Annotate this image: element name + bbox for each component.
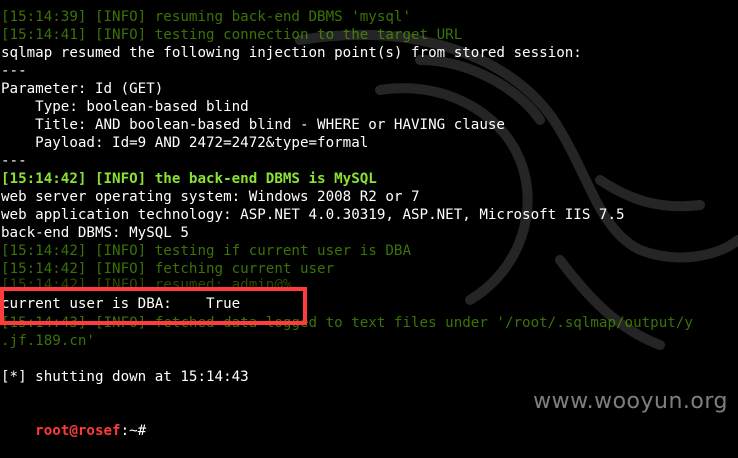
dbms-detected-line: [15:14:42] [INFO] the back-end DBMS is M… bbox=[1, 171, 377, 187]
log-line-1: [15:14:39] [INFO] resuming back-end DBMS… bbox=[1, 9, 411, 25]
title-line: Title: AND boolean-based blind - WHERE o… bbox=[1, 117, 505, 133]
separator-line-1: --- bbox=[1, 63, 27, 79]
separator-line-2: --- bbox=[1, 153, 27, 169]
log-line-dba-test: [15:14:42] [INFO] testing if current use… bbox=[1, 243, 411, 259]
log-line-2: [15:14:41] [INFO] testing connection to … bbox=[1, 27, 463, 43]
parameter-line: Parameter: Id (GET) bbox=[1, 81, 164, 97]
watermark: www.wooyun.org bbox=[533, 389, 728, 414]
shell-prompt[interactable]: root@rosef:~# bbox=[1, 404, 146, 439]
prompt-path: :~# bbox=[120, 423, 147, 439]
os-line: web server operating system: Windows 200… bbox=[1, 189, 420, 205]
dba-result-highlight-box bbox=[0, 287, 307, 325]
shutdown-line: [*] shutting down at 15:14:43 bbox=[1, 369, 249, 385]
prompt-user: root@rosef bbox=[35, 423, 121, 439]
type-line: Type: boolean-based blind bbox=[1, 99, 249, 115]
technology-line: web application technology: ASP.NET 4.0.… bbox=[1, 207, 625, 223]
terminal-window[interactable]: [15:14:39] [INFO] resuming back-end DBMS… bbox=[0, 0, 738, 439]
log-line-fetched-data-cont: .jf.189.cn' bbox=[1, 333, 95, 349]
payload-line: Payload: Id=9 AND 2472=2472&type=formal bbox=[1, 135, 369, 151]
log-line-3: sqlmap resumed the following injection p… bbox=[1, 45, 582, 61]
dbms-version-line: back-end DBMS: MySQL 5 bbox=[1, 225, 189, 241]
